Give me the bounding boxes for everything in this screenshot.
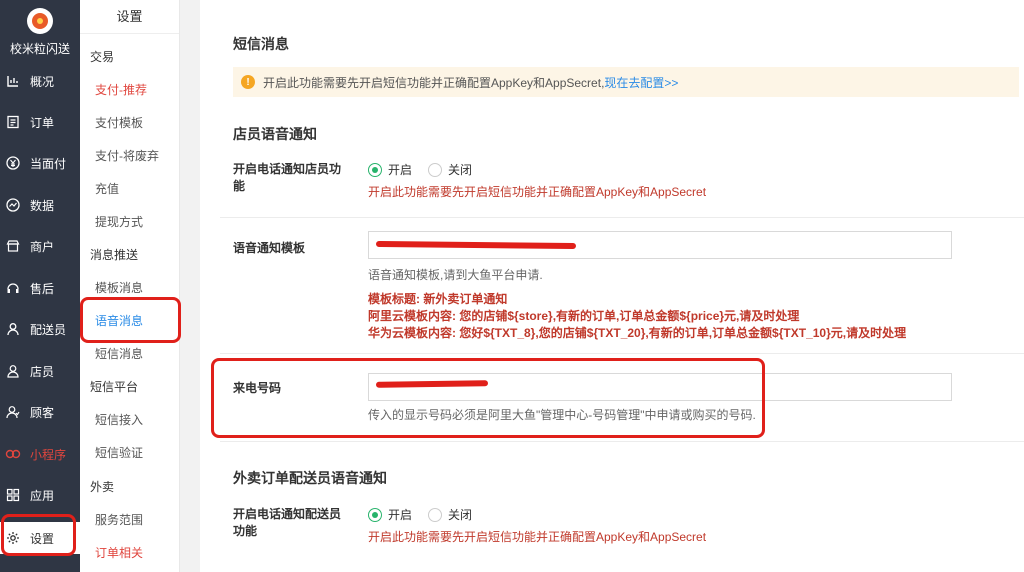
sidebar-item-apps[interactable]: 应用 [0, 480, 80, 510]
staff-voice-hint: 开启此功能需要先开启短信功能并正确配置AppKey和AppSecret [368, 185, 707, 199]
sidebar-item-face-pay[interactable]: 当面付 [0, 148, 80, 178]
courier-voice-on-option[interactable]: 开启 [368, 506, 412, 523]
divider [220, 217, 1024, 218]
courier-voice-radio-group: 开启 关闭 [368, 506, 488, 523]
sidebar-item-data[interactable]: 数据 [0, 190, 80, 220]
order-icon [4, 113, 22, 131]
staff-voice-radio-group: 开启 关闭 [368, 161, 488, 178]
submenu-item-sms-verify[interactable]: 短信验证 [80, 442, 180, 464]
app-name: 校米粒闪送 [9, 42, 70, 56]
submenu-group-trade: 交易 [90, 50, 115, 64]
settings-content: 短信消息 ! 开启此功能需要先开启短信功能并正确配置AppKey和AppSecr… [200, 0, 1024, 572]
submenu-item-withdraw[interactable]: 提现方式 [80, 211, 180, 233]
staff-voice-off-option[interactable]: 关闭 [428, 161, 472, 178]
submenu-item-template-msg[interactable]: 模板消息 [80, 277, 180, 299]
settings-submenu: 设置 交易 支付-推荐 支付模板 支付-将废弃 充值 提现方式 消息推送 模板消… [80, 0, 180, 572]
warning-icon: ! [241, 75, 255, 89]
submenu-item-service-area[interactable]: 服务范围 [80, 509, 180, 531]
config-alert: ! 开启此功能需要先开启短信功能并正确配置AppKey和AppSecret, 现… [233, 67, 1019, 97]
sidebar-item-customers[interactable]: 顾客 [0, 397, 80, 427]
apps-icon [4, 486, 22, 504]
submenu-group-takeout: 外卖 [90, 480, 115, 494]
voice-template-hint: 语音通知模板,请到大鱼平台申请. [368, 268, 543, 282]
highlight-voice-msg [80, 297, 181, 343]
staff-voice-on-option[interactable]: 开启 [368, 161, 412, 178]
radio-checked-icon [368, 162, 382, 177]
sidebar-item-overview[interactable]: 概况 [0, 66, 80, 96]
radio-checked-icon [368, 507, 382, 522]
huawei-template-line: 华为云模板内容: 您好${TXT_8},您的店铺${TXT_20},有新的订单,… [368, 326, 907, 340]
courier-icon [4, 320, 22, 338]
aliyun-template-line: 阿里云模板内容: 您的店铺${store},有新的订单,订单总金额${price… [368, 309, 800, 323]
chart-icon [4, 196, 22, 214]
divider [220, 441, 1024, 442]
customer-icon [4, 403, 22, 421]
sidebar-item-merchants[interactable]: 商户 [0, 231, 80, 261]
staff-voice-title: 店员语音通知 [233, 126, 317, 142]
template-title-line: 模板标题: 新外卖订单通知 [368, 292, 508, 306]
sidebar-item-couriers[interactable]: 配送员 [0, 314, 80, 344]
yuan-icon [4, 154, 22, 172]
submenu-item-sms-access[interactable]: 短信接入 [80, 409, 180, 431]
highlight-settings [1, 514, 76, 556]
sidebar-item-miniprogram[interactable]: 小程序 [0, 439, 80, 469]
highlight-caller-number [211, 358, 765, 438]
radio-unchecked-icon [428, 507, 443, 522]
main-sidebar: 校米粒闪送 概况 订单 当面付 数据 商户 售后 配送员 店员 顾客 小程序 应… [0, 0, 80, 572]
submenu-item-sms-msg[interactable]: 短信消息 [80, 343, 180, 365]
sms-section-title: 短信消息 [233, 36, 289, 52]
submenu-item-pay-template[interactable]: 支付模板 [80, 112, 180, 134]
dashboard-icon [4, 72, 22, 90]
submenu-title: 设置 [80, 0, 179, 34]
sidebar-item-staff[interactable]: 店员 [0, 356, 80, 386]
brand[interactable]: 校米粒闪送 [0, 0, 80, 64]
submenu-item-order-related[interactable]: 订单相关 [80, 542, 180, 564]
alert-text: 开启此功能需要先开启短信功能并正确配置AppKey和AppSecret, [263, 75, 605, 90]
courier-voice-off-option[interactable]: 关闭 [428, 506, 472, 523]
staff-voice-enable-label: 开启电话通知店员功能 [233, 162, 342, 193]
submenu-group-push: 消息推送 [90, 248, 139, 262]
sidebar-item-aftersale[interactable]: 售后 [0, 273, 80, 303]
store-icon [4, 237, 22, 255]
radio-unchecked-icon [428, 162, 443, 177]
sidebar-item-orders[interactable]: 订单 [0, 107, 80, 137]
submenu-group-sms-platform: 短信平台 [90, 380, 139, 394]
aftersale-icon [4, 279, 22, 297]
courier-voice-enable-label: 开启电话通知配送员功能 [233, 507, 342, 538]
logo-icon [27, 8, 53, 34]
miniprogram-icon [4, 445, 22, 463]
staff-icon [4, 362, 22, 380]
configure-link[interactable]: 现在去配置>> [604, 74, 678, 91]
submenu-item-pay-recommended[interactable]: 支付-推荐 [80, 79, 180, 101]
divider [220, 353, 1024, 354]
submenu-item-recharge[interactable]: 充值 [80, 178, 180, 200]
courier-voice-hint: 开启此功能需要先开启短信功能并正确配置AppKey和AppSecret [368, 530, 707, 544]
courier-voice-title: 外卖订单配送员语音通知 [233, 470, 387, 486]
voice-template-label: 语音通知模板 [233, 241, 306, 255]
submenu-item-pay-deprecated[interactable]: 支付-将废弃 [80, 145, 180, 167]
